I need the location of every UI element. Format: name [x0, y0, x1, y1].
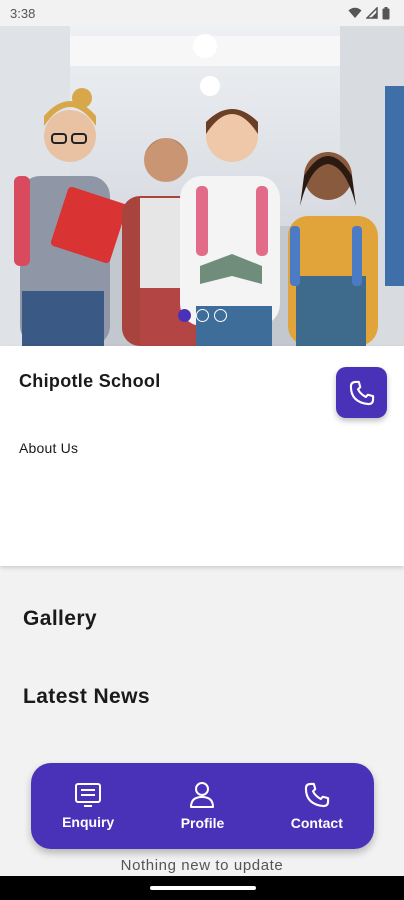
- carousel-dot[interactable]: [195, 309, 209, 322]
- enquiry-icon: [75, 783, 102, 807]
- wifi-icon: [348, 7, 362, 18]
- nav-item-profile[interactable]: Profile: [152, 781, 252, 831]
- school-name: Chipotle School: [19, 371, 161, 391]
- system-navigation-bar: [0, 876, 404, 900]
- status-icons: [348, 6, 390, 20]
- latest-news-title: Latest News: [23, 685, 150, 708]
- phone-icon: [304, 782, 329, 808]
- about-us-heading: About Us: [19, 440, 79, 456]
- status-bar: 3:38: [0, 0, 404, 26]
- nav-item-contact[interactable]: Contact: [267, 781, 367, 831]
- news-empty-message: Nothing new to update: [120, 857, 284, 874]
- nav-item-enquiry[interactable]: Enquiry: [38, 782, 138, 830]
- gallery-title: Gallery: [23, 607, 98, 630]
- home-gesture-handle[interactable]: [150, 886, 256, 890]
- nav-label-contact: Contact: [290, 815, 343, 831]
- profile-icon: [190, 782, 215, 808]
- carousel-indicators: [0, 309, 404, 322]
- nav-label-enquiry: Enquiry: [62, 814, 115, 830]
- hero-image: [0, 26, 404, 346]
- signal-icon: [366, 7, 378, 19]
- hero-carousel[interactable]: [0, 26, 404, 346]
- nav-label-profile: Profile: [180, 815, 225, 831]
- battery-icon: [382, 6, 390, 19]
- status-time: 3:38: [10, 5, 36, 21]
- phone-icon: [349, 380, 374, 405]
- bottom-navigation: Enquiry Profile Contact: [31, 763, 374, 849]
- carousel-dot[interactable]: [213, 309, 227, 322]
- carousel-dot-active[interactable]: [177, 309, 191, 322]
- call-button[interactable]: [336, 367, 387, 418]
- school-info-card: Chipotle School About Us: [0, 346, 404, 566]
